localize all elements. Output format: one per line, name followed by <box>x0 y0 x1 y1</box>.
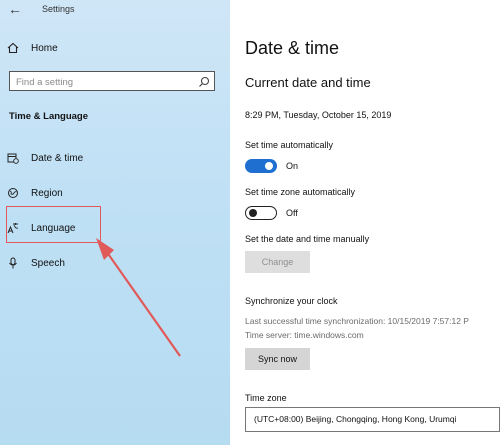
main-content: Date & time Current date and time 8:29 P… <box>230 0 500 445</box>
current-date-time-value: 8:29 PM, Tuesday, October 15, 2019 <box>245 110 392 120</box>
sidebar-item-label: Home <box>31 42 58 54</box>
title-bar: ← Settings <box>0 0 230 22</box>
set-timezone-automatically-label: Set time zone automatically <box>245 187 356 197</box>
section-heading: Time & Language <box>9 111 89 122</box>
set-timezone-automatically-toggle[interactable] <box>245 206 277 220</box>
change-button[interactable]: Change <box>245 251 310 273</box>
set-timezone-automatically-state: Off <box>286 208 298 218</box>
toggle-knob <box>265 162 273 170</box>
back-arrow-icon[interactable]: ← <box>8 1 22 17</box>
sync-now-button[interactable]: Sync now <box>245 348 310 370</box>
sidebar-item-label: Date & time <box>31 152 84 164</box>
globe-icon <box>7 187 29 199</box>
set-manually-label: Set the date and time manually <box>245 234 370 244</box>
set-time-automatically-label: Set time automatically <box>245 140 334 150</box>
toggle-knob <box>249 208 257 217</box>
search-input[interactable] <box>10 73 196 92</box>
set-time-automatically-toggle[interactable] <box>245 159 277 173</box>
home-icon <box>7 42 29 54</box>
microphone-icon <box>7 257 29 269</box>
page-title: Date & time <box>245 38 340 58</box>
time-zone-label: Time zone <box>245 393 287 403</box>
annotation-highlight-box <box>6 206 101 243</box>
sidebar-item-label: Region <box>31 187 63 199</box>
last-sync-text: Last successful time synchronization: 10… <box>245 316 469 326</box>
sidebar-item-region[interactable]: Region <box>0 180 230 206</box>
app-title: Settings <box>42 4 75 14</box>
time-server-text: Time server: time.windows.com <box>245 330 364 340</box>
sidebar-item-speech[interactable]: Speech <box>0 250 230 276</box>
current-date-time-heading: Current date and time <box>245 75 371 90</box>
calendar-clock-icon <box>7 152 29 164</box>
set-time-automatically-state: On <box>286 161 299 171</box>
synchronize-heading: Synchronize your clock <box>245 296 338 306</box>
search-icon[interactable] <box>198 75 210 93</box>
sidebar-item-home[interactable]: Home <box>0 35 230 61</box>
sidebar: ← Settings Home Time & Language Date & t… <box>0 0 230 445</box>
search-box[interactable] <box>9 71 215 93</box>
sidebar-item-label: Speech <box>31 257 65 269</box>
sidebar-item-date-time[interactable]: Date & time <box>0 145 230 171</box>
time-zone-select[interactable]: (UTC+08:00) Beijing, Chongqing, Hong Kon… <box>245 407 500 432</box>
